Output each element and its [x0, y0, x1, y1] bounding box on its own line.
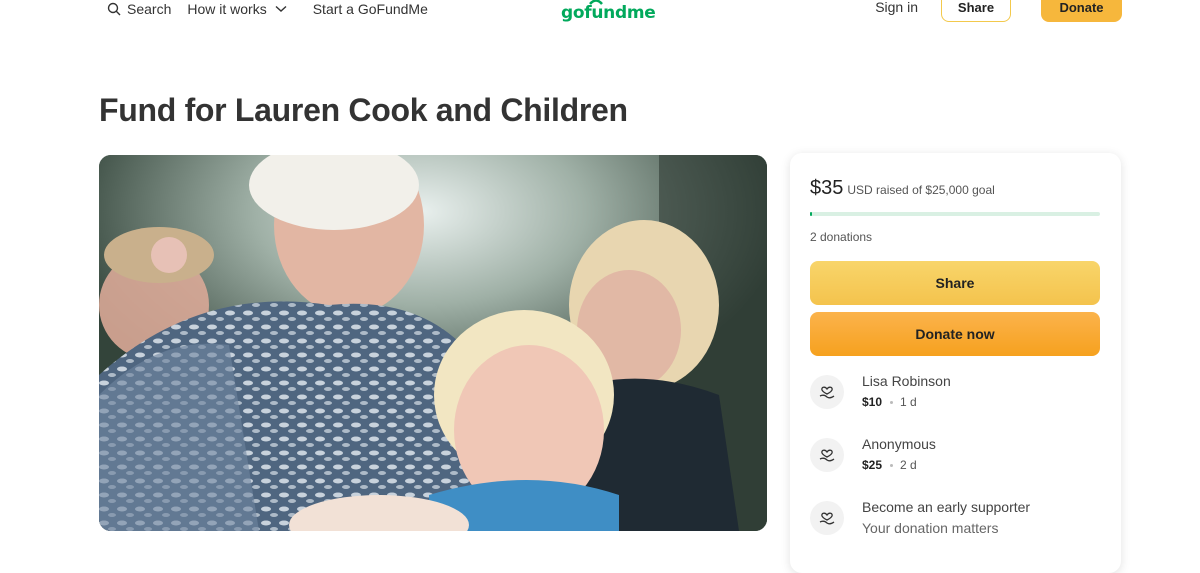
- heart-hand-icon: [810, 438, 844, 472]
- search-label: Search: [127, 1, 172, 17]
- donations-count: 2 donations: [810, 230, 873, 244]
- header-donate-button[interactable]: Donate: [1041, 0, 1122, 22]
- donor-amount: $25: [862, 458, 883, 472]
- logo-sprout-icon: [589, 0, 603, 5]
- chevron-down-icon: [275, 5, 287, 12]
- donor-name: Lisa Robinson: [862, 373, 951, 389]
- donor-meta: $25 2 d: [862, 458, 917, 472]
- raised-amount: $35: [810, 177, 844, 199]
- separator-dot: [890, 463, 894, 467]
- header-share-button[interactable]: Share: [941, 0, 1011, 22]
- donor-meta: $10 1 d: [862, 395, 917, 409]
- logo-text: gofundme: [561, 3, 656, 23]
- start-gofundme-link[interactable]: Start a GoFundMe: [313, 1, 428, 17]
- share-button[interactable]: Share: [810, 261, 1100, 305]
- heart-hand-icon: [810, 375, 844, 409]
- progress-bar-fill: [810, 212, 813, 216]
- header-nav-left: Search How it works Start a GoFundMe: [107, 0, 428, 18]
- early-supporter-title: Become an early supporter: [862, 499, 1031, 515]
- search-link[interactable]: Search: [107, 1, 171, 17]
- early-supporter-subtitle: Your donation matters: [862, 520, 999, 536]
- donor-item: Anonymous $25 2 d: [810, 436, 1100, 478]
- signin-link[interactable]: Sign in: [875, 0, 918, 15]
- heart-hand-icon: [810, 501, 844, 535]
- separator-dot: [890, 400, 894, 404]
- campaign-photo-illustration: [99, 155, 767, 531]
- donor-time: 2 d: [900, 458, 917, 472]
- donor-name: Anonymous: [862, 436, 936, 452]
- header-nav-right: Sign in Share Donate: [875, 0, 1122, 22]
- early-supporter-item: Become an early supporter Your donation …: [810, 499, 1100, 541]
- search-icon: [107, 2, 121, 16]
- site-header: Search How it works Start a GoFundMe gof…: [0, 0, 1200, 30]
- donor-amount: $10: [862, 395, 883, 409]
- how-it-works-menu[interactable]: How it works: [187, 1, 287, 17]
- how-it-works-label: How it works: [187, 1, 267, 17]
- start-gofundme-label: Start a GoFundMe: [312, 1, 428, 17]
- donation-sidebar: $35 USD raised of $25,000 goal 2 donatio…: [790, 153, 1121, 573]
- raised-goal-text: USD raised of $25,000 goal: [847, 183, 995, 197]
- campaign-photo[interactable]: [99, 155, 767, 531]
- amount-raised: $35 USD raised of $25,000 goal: [810, 177, 995, 200]
- progress-bar: [810, 212, 1100, 216]
- donor-item: Lisa Robinson $10 1 d: [810, 373, 1100, 415]
- donor-time: 1 d: [900, 395, 917, 409]
- donate-now-button[interactable]: Donate now: [810, 312, 1100, 356]
- campaign-title: Fund for Lauren Cook and Children: [99, 92, 628, 128]
